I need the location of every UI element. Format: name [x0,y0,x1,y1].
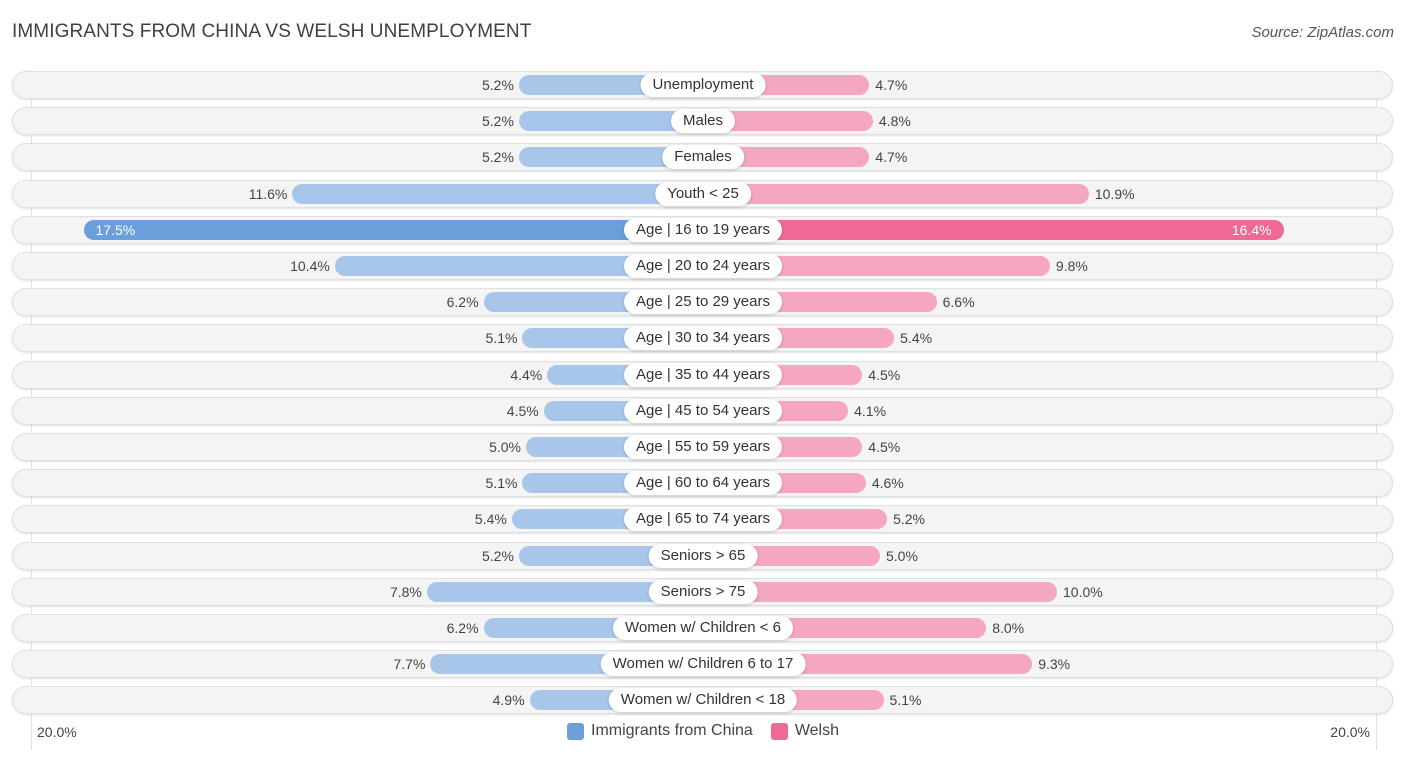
value-label-china: 5.1% [485,330,518,346]
value-label-china: 4.4% [510,367,543,383]
legend-item-china[interactable]: Immigrants from China [567,722,753,740]
value-label-welsh: 8.0% [992,620,1025,636]
legend-swatch-china [567,722,584,740]
legend-swatch-welsh [770,722,788,740]
value-label-china: 7.7% [393,656,426,672]
category-label: Females [662,145,744,169]
value-label-china: 5.2% [482,548,514,564]
category-label: Age | 30 to 34 years [624,326,782,350]
value-label-china: 5.2% [482,149,514,165]
bar-welsh[interactable] [703,220,1284,240]
category-label: Seniors > 75 [648,580,758,604]
value-label-welsh: 4.1% [854,403,887,419]
category-label: Seniors > 65 [648,544,758,568]
category-label: Age | 55 to 59 years [624,435,782,459]
category-label: Age | 16 to 19 years [624,218,782,242]
value-label-welsh: 4.5% [868,367,901,383]
value-label-welsh: 6.6% [942,294,975,310]
value-label-china: 6.2% [446,620,479,636]
value-label-welsh: 16.4% [1231,222,1272,238]
value-label-welsh: 5.4% [900,330,933,346]
source-label: Source: ZipAtlas.com [1251,24,1394,41]
value-label-welsh: 5.0% [886,548,918,564]
category-label: Unemployment [640,73,766,97]
bar-china[interactable] [292,184,703,204]
value-label-china: 5.1% [485,475,518,491]
legend: Immigrants from China Welsh [0,722,1406,740]
category-label: Women w/ Children < 6 [612,616,794,640]
value-label-welsh: 5.1% [889,692,922,708]
value-label-welsh: 4.6% [871,475,904,491]
category-label: Age | 65 to 74 years [624,507,782,531]
value-label-welsh: 10.9% [1094,186,1135,202]
bar-china[interactable] [83,220,703,240]
value-label-china: 4.9% [492,692,525,708]
legend-label-china: Immigrants from China [591,722,753,739]
category-label: Youth < 25 [655,182,751,206]
chart-title: IMMIGRANTS FROM CHINA VS WELSH UNEMPLOYM… [12,21,532,42]
value-label-china: 10.4% [290,258,330,274]
value-label-welsh: 4.5% [868,439,901,455]
value-label-china: 5.0% [489,439,521,455]
value-label-china: 11.6% [248,186,288,202]
category-label: Age | 35 to 44 years [624,363,782,387]
value-label-china: 5.2% [482,77,514,93]
value-label-welsh: 4.7% [875,149,908,165]
value-label-welsh: 4.7% [875,77,908,93]
value-label-welsh: 9.8% [1055,258,1088,274]
category-label: Age | 20 to 24 years [624,254,782,278]
category-label: Women w/ Children < 18 [608,688,798,712]
bar-welsh[interactable] [703,184,1089,204]
value-label-china: 4.5% [506,403,539,419]
value-label-china: 5.2% [482,113,514,129]
category-label: Women w/ Children 6 to 17 [600,652,806,676]
value-label-china: 17.5% [95,222,136,238]
value-label-welsh: 9.3% [1038,656,1071,672]
category-label: Age | 45 to 54 years [624,399,782,423]
category-label: Age | 25 to 29 years [624,290,782,314]
legend-item-welsh[interactable]: Welsh [770,722,839,740]
value-label-welsh: 5.2% [893,511,925,527]
value-label-china: 5.4% [474,511,507,527]
legend-label-welsh: Welsh [794,722,839,739]
value-label-china: 6.2% [446,294,479,310]
value-label-welsh: 4.8% [878,113,911,129]
category-label: Age | 60 to 64 years [624,471,782,495]
value-label-welsh: 10.0% [1063,584,1103,600]
category-label: Males [670,109,736,133]
value-label-china: 7.8% [389,584,422,600]
